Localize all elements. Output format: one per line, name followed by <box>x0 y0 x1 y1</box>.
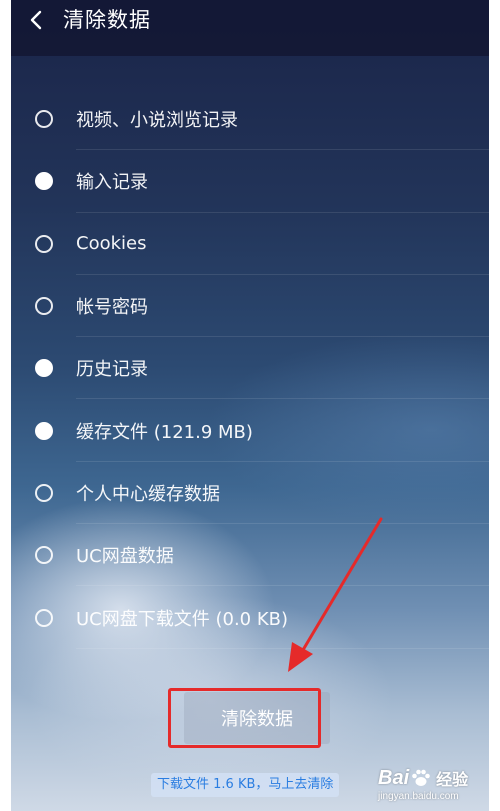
back-chevron-icon[interactable] <box>25 8 49 32</box>
watermark-logo: Bai 经验 <box>378 765 468 791</box>
option-label: 历史记录 <box>76 359 148 381</box>
option-label: 视频、小说浏览记录 <box>76 110 238 132</box>
watermark-brand-right: 经验 <box>436 770 469 789</box>
screenshot-frame: 清除数据 视频、小说浏览记录 输入记录 Cookies 帐号密码 历史记录 缓存… <box>0 0 500 811</box>
option-label: UC网盘数据 <box>76 546 174 568</box>
option-label: 输入记录 <box>76 172 148 194</box>
paw-icon <box>412 769 430 786</box>
radio-unchecked-icon[interactable] <box>35 110 53 129</box>
option-label: UC网盘下载文件 (0.0 KB) <box>76 608 289 630</box>
clear-options-list: 视频、小说浏览记录 输入记录 Cookies 帐号密码 历史记录 缓存文件 (1… <box>11 88 489 649</box>
radio-unchecked-icon[interactable] <box>35 546 53 565</box>
option-uc-drive-downloads[interactable]: UC网盘下载文件 (0.0 KB) <box>11 586 489 649</box>
baidu-jingyan-watermark: Bai 经验 jingyan.baidu.com <box>374 763 496 805</box>
option-input-history[interactable]: 输入记录 <box>11 150 489 213</box>
download-cleanup-toast[interactable]: 下载文件 1.6 KB，马上去清除 <box>151 773 340 797</box>
option-label: Cookies <box>76 233 147 255</box>
option-cache-files[interactable]: 缓存文件 (121.9 MB) <box>11 399 489 463</box>
radio-unchecked-icon[interactable] <box>35 297 53 316</box>
option-label: 缓存文件 (121.9 MB) <box>76 421 253 443</box>
radio-unchecked-icon[interactable] <box>35 608 53 627</box>
radio-checked-icon[interactable] <box>35 359 53 378</box>
page-title: 清除数据 <box>63 8 151 32</box>
radio-checked-icon[interactable] <box>35 172 53 191</box>
watermark-url: jingyan.baidu.com <box>378 791 459 802</box>
clear-data-button[interactable]: 清除数据 <box>184 692 330 744</box>
radio-unchecked-icon[interactable] <box>35 234 53 253</box>
option-browse-history[interactable]: 视频、小说浏览记录 <box>11 88 489 151</box>
top-bar: 清除数据 <box>11 0 489 56</box>
option-personal-center-cache[interactable]: 个人中心缓存数据 <box>11 462 489 525</box>
option-cookies[interactable]: Cookies <box>11 213 489 276</box>
radio-unchecked-icon[interactable] <box>35 483 53 502</box>
option-label: 个人中心缓存数据 <box>76 483 220 505</box>
app-screen: 清除数据 视频、小说浏览记录 输入记录 Cookies 帐号密码 历史记录 缓存… <box>11 0 489 811</box>
option-history[interactable]: 历史记录 <box>11 337 489 400</box>
option-label: 帐号密码 <box>76 297 148 319</box>
watermark-brand-left: Bai <box>378 766 410 789</box>
option-uc-drive-data[interactable]: UC网盘数据 <box>11 524 489 587</box>
radio-checked-icon[interactable] <box>35 421 53 440</box>
option-passwords[interactable]: 帐号密码 <box>11 275 489 338</box>
